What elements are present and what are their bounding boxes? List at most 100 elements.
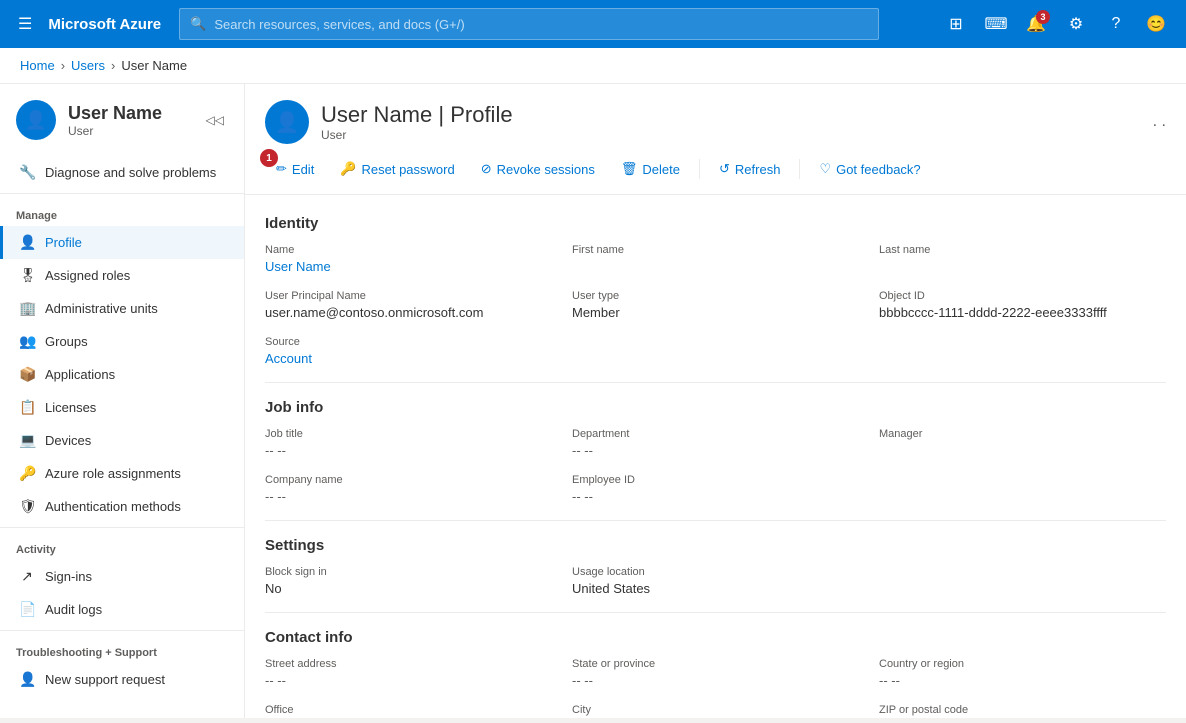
roles-icon: 🎖 (19, 267, 35, 284)
notification-badge: 3 (1036, 10, 1050, 24)
sidebar-item-azure-role[interactable]: 🔑 Azure role assignments (0, 457, 244, 490)
country-field: Country or region -- -- (879, 658, 1166, 688)
feedback-icon: ♡ (819, 161, 831, 177)
sidebar-auth-methods-label: Authentication methods (45, 499, 181, 514)
sidebar-item-diagnose[interactable]: 🔧 Diagnose and solve problems (0, 156, 244, 189)
sidebar-item-devices[interactable]: 💻 Devices (0, 424, 244, 457)
sidebar-item-assigned-roles[interactable]: 🎖 Assigned roles (0, 259, 244, 292)
manager-field: Manager (879, 428, 1166, 458)
source-value[interactable]: Account (265, 351, 552, 366)
last-name-label: Last name (879, 244, 1166, 256)
manager-label: Manager (879, 428, 1166, 440)
user-icon[interactable]: 😊 (1138, 6, 1174, 42)
activity-section-label: Activity (0, 536, 244, 560)
state-field: State or province -- -- (572, 658, 859, 688)
name-value[interactable]: User Name (265, 259, 552, 274)
name-label: Name (265, 244, 552, 256)
sidebar-item-sign-ins[interactable]: ↗ Sign-ins (0, 560, 244, 593)
delete-label: Delete (642, 162, 680, 177)
sidebar-applications-label: Applications (45, 367, 115, 382)
sidebar-admin-units-label: Administrative units (45, 301, 158, 316)
devices-icon: 💻 (19, 432, 35, 449)
search-box[interactable]: 🔍 (179, 8, 879, 40)
sidebar-user-name: User Name (68, 103, 162, 124)
job-info-grid: Job title -- -- Department -- -- Manager… (265, 428, 1166, 504)
identity-section-title: Identity (265, 215, 1166, 232)
reset-password-label: Reset password (362, 162, 455, 177)
sidebar-item-profile[interactable]: 👤 Profile (0, 226, 244, 259)
first-name-field: First name (572, 244, 859, 274)
refresh-button[interactable]: ↺ Refresh (708, 154, 791, 184)
feedback-label: Got feedback? (836, 162, 921, 177)
sidebar-item-groups[interactable]: 👥 Groups (0, 325, 244, 358)
sidebar-support-section: Troubleshooting + Support 👤 New support … (0, 639, 244, 696)
sidebar-item-licenses[interactable]: 📋 Licenses (0, 391, 244, 424)
revoke-sessions-button[interactable]: ⊘ Revoke sessions (470, 154, 606, 184)
sidebar-azure-role-label: Azure role assignments (45, 466, 181, 481)
sidebar-item-new-support[interactable]: 👤 New support request (0, 663, 244, 696)
admin-units-icon: 🏢 (19, 300, 35, 317)
country-label: Country or region (879, 658, 1166, 670)
sidebar-activity-section: Activity ↗ Sign-ins 📄 Audit logs (0, 536, 244, 626)
breadcrumb-sep-1: › (61, 58, 65, 73)
state-label: State or province (572, 658, 859, 670)
edit-label: Edit (292, 162, 314, 177)
toolbar: 1 ✏ Edit 🔑 Reset password ⊘ Revoke sessi… (245, 144, 1186, 195)
office-field: Office -- -- (265, 704, 552, 718)
sidebar-item-auth-methods[interactable]: 🛡 Authentication methods (0, 490, 244, 523)
sidebar-item-audit-logs[interactable]: 📄 Audit logs (0, 593, 244, 626)
first-name-label: First name (572, 244, 859, 256)
notification-icon[interactable]: 🔔 3 (1018, 6, 1054, 42)
search-input[interactable] (214, 17, 868, 32)
sidebar-manage-section: Manage 👤 Profile 🎖 Assigned roles 🏢 Admi… (0, 202, 244, 523)
job-info-divider (265, 520, 1166, 521)
settings-grid: Block sign in No Usage location United S… (265, 566, 1166, 596)
azure-role-icon: 🔑 (19, 465, 35, 482)
portal-icon[interactable]: ⊞ (938, 6, 974, 42)
department-value: -- -- (572, 443, 859, 458)
breadcrumb-home[interactable]: Home (20, 58, 55, 73)
collapse-sidebar-button[interactable]: ◁◁ (202, 109, 228, 131)
profile-icon: 👤 (19, 234, 35, 251)
sidebar-item-admin-units[interactable]: 🏢 Administrative units (0, 292, 244, 325)
feedback-button[interactable]: ♡ Got feedback? (808, 154, 931, 184)
block-sign-in-label: Block sign in (265, 566, 552, 578)
sidebar-user-avatar: 👤 (16, 100, 56, 140)
job-title-field: Job title -- -- (265, 428, 552, 458)
settings-divider (265, 612, 1166, 613)
reset-password-button[interactable]: 🔑 Reset password (329, 154, 465, 184)
job-title-value: -- -- (265, 443, 552, 458)
company-name-field: Company name -- -- (265, 474, 552, 504)
refresh-icon: ↺ (719, 161, 730, 177)
revoke-icon: ⊘ (481, 161, 492, 177)
city-label: City (572, 704, 859, 716)
contact-info-section-title: Contact info (265, 629, 1166, 646)
profile-content: Identity Name User Name First name Last … (245, 195, 1186, 718)
identity-grid: Name User Name First name Last name User… (265, 244, 1166, 366)
help-icon[interactable]: ? (1098, 6, 1134, 42)
menu-button[interactable]: ☰ (12, 8, 38, 40)
sidebar-new-support-label: New support request (45, 672, 165, 687)
settings-icon[interactable]: ⚙ (1058, 6, 1094, 42)
delete-button[interactable]: 🗑 Delete (610, 154, 691, 184)
breadcrumb-users[interactable]: Users (71, 58, 105, 73)
sidebar-divider-1 (0, 193, 244, 194)
delete-icon: 🗑 (621, 161, 638, 177)
sidebar-header: 👤 User Name User ◁◁ (0, 84, 244, 148)
more-options-button[interactable]: . . (1153, 113, 1166, 131)
sidebar-profile-label: Profile (45, 235, 82, 250)
employee-id-label: Employee ID (572, 474, 859, 486)
breadcrumb-sep-2: › (111, 58, 115, 73)
employee-id-field: Employee ID -- -- (572, 474, 859, 504)
user-type-field: User type Member (572, 290, 859, 320)
sidebar-item-applications[interactable]: 📦 Applications (0, 358, 244, 391)
content-area: 👤 User Name | Profile User . . 1 ✏ Edit … (245, 84, 1186, 718)
street-field: Street address -- -- (265, 658, 552, 688)
cloud-shell-icon[interactable]: ⌨ (978, 6, 1014, 42)
key-icon: 🔑 (340, 161, 356, 177)
manage-section-label: Manage (0, 202, 244, 226)
last-name-field: Last name (879, 244, 1166, 274)
usage-location-label: Usage location (572, 566, 859, 578)
toolbar-divider-2 (799, 159, 800, 179)
edit-button[interactable]: 1 ✏ Edit (265, 154, 325, 184)
